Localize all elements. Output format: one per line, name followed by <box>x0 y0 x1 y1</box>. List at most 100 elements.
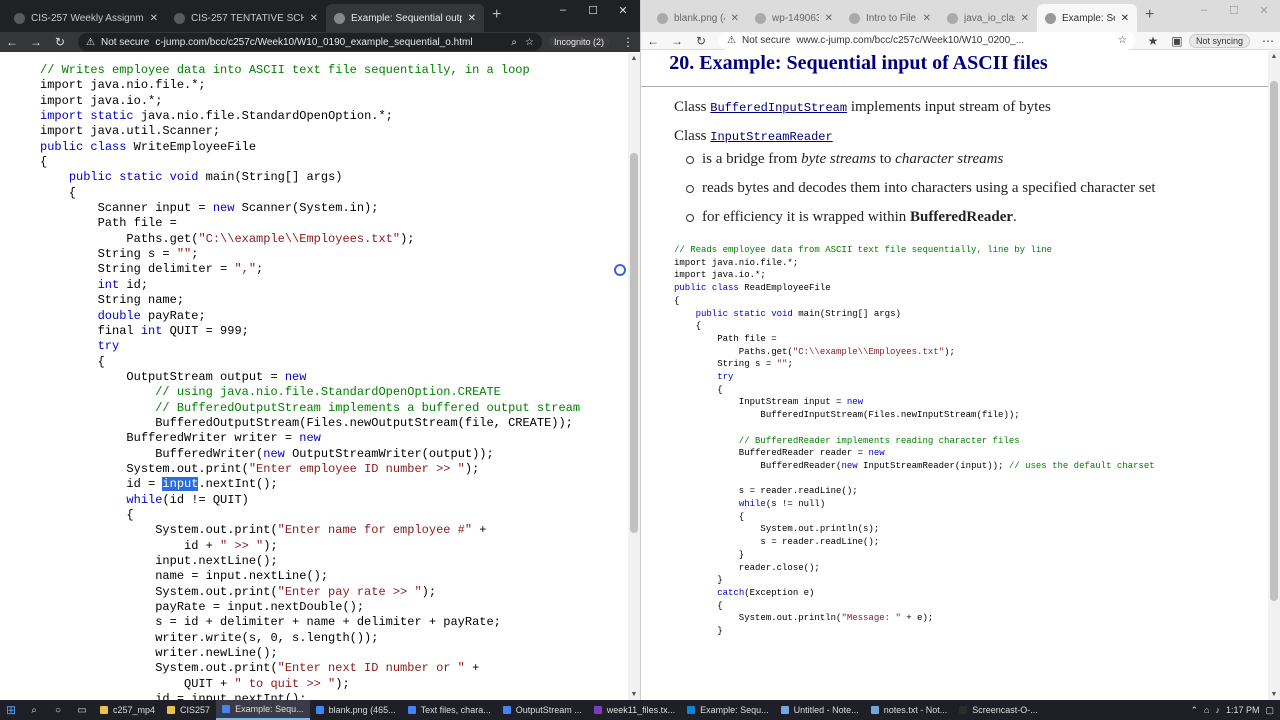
menu-icon[interactable]: ⋯ <box>1256 34 1280 48</box>
taskbar-item[interactable]: c257_mp4 <box>94 700 161 720</box>
right-browser-window: blank.png (465 ✕ wp-14906384 ✕ Intro to … <box>640 0 1280 700</box>
menu-icon[interactable]: ⋮ <box>616 35 640 49</box>
close-tab-icon[interactable]: ✕ <box>1021 13 1029 24</box>
task-view-icon[interactable]: ▭ <box>70 705 94 716</box>
tab-weekly-assignments[interactable]: CIS-257 Weekly Assignments ✕ <box>6 4 166 32</box>
clock[interactable]: 1:17 PM <box>1226 705 1260 715</box>
link-input-stream-reader[interactable]: InputStreamReader <box>710 130 832 144</box>
zoom-icon[interactable]: ⌕ <box>511 37 517 48</box>
code-token: id + <box>40 538 221 553</box>
maximize-button[interactable]: ☐ <box>1219 4 1249 17</box>
taskbar-item[interactable]: notes.txt - Not... <box>865 700 954 720</box>
tab-java-io-classes[interactable]: java_io_classes ✕ <box>939 4 1037 32</box>
security-warning-icon[interactable]: ⚠ <box>86 37 95 48</box>
close-tab-icon[interactable]: ✕ <box>731 13 739 24</box>
close-tab-icon[interactable]: ✕ <box>310 13 318 24</box>
scrollbar-thumb[interactable] <box>1270 81 1278 601</box>
code-line: System.out.println(s); <box>674 523 1268 536</box>
tab-intro-file-io[interactable]: Intro to File I/O ✕ <box>841 4 939 32</box>
code-token: "" <box>776 359 788 370</box>
code-token: System.out.println(s); <box>674 524 880 535</box>
taskbar-item[interactable]: Example: Sequ... <box>216 700 310 720</box>
tab-sequential-input[interactable]: Example: Sequ ✕ <box>1037 4 1137 32</box>
maximize-button[interactable]: ☐ <box>578 4 608 17</box>
close-tab-icon[interactable]: ✕ <box>150 13 158 24</box>
scroll-up-icon[interactable]: ▲ <box>628 55 640 62</box>
close-window-button[interactable]: ✕ <box>608 4 638 17</box>
bookmark-star-icon[interactable]: ☆ <box>1118 35 1127 46</box>
code-token: "Enter employee ID number >> " <box>248 461 465 476</box>
paragraph-input-stream-reader: Class InputStreamReader <box>674 128 1268 145</box>
code-token: while <box>126 492 163 507</box>
forward-icon[interactable]: → <box>24 35 48 49</box>
tab-tentative-schedule[interactable]: CIS-257 TENTATIVE SCHEDULE ✕ <box>166 4 326 32</box>
tab-sequential-output[interactable]: Example: Sequential output of A ✕ <box>326 4 484 32</box>
profile-badge[interactable]: Incognito (2) <box>547 36 610 48</box>
address-bar[interactable]: ⚠ Not secure c-jump.com/bcc/c257c/Week10… <box>78 33 542 51</box>
url-text[interactable]: www.c-jump.com/bcc/c257c/Week10/W10_0200… <box>796 35 1110 46</box>
favorites-icon[interactable]: ★ <box>1141 34 1165 48</box>
scroll-down-icon[interactable]: ▼ <box>1268 691 1280 698</box>
code-token: static <box>733 308 772 319</box>
close-window-button[interactable]: ✕ <box>1249 4 1279 17</box>
new-tab-button[interactable]: + <box>1145 6 1154 24</box>
close-tab-icon[interactable]: ✕ <box>1121 13 1129 24</box>
taskbar-item[interactable]: CIS257 <box>161 700 216 720</box>
taskbar-item[interactable]: Untitled - Note... <box>775 700 865 720</box>
notification-icon[interactable]: ▢ <box>1265 705 1274 716</box>
network-icon[interactable]: ⌂ <box>1204 705 1209 715</box>
code-token: int <box>97 277 127 292</box>
new-tab-button[interactable]: + <box>492 6 501 24</box>
minimize-button[interactable]: – <box>1189 4 1219 16</box>
scrollbar-thumb[interactable] <box>630 153 638 533</box>
minimize-button[interactable]: – <box>548 4 578 16</box>
taskbar-item[interactable]: Example: Sequ... <box>681 700 775 720</box>
taskbar-item[interactable]: Screencast-O-... <box>953 700 1044 720</box>
taskbar-item[interactable]: Text files, chara... <box>402 700 497 720</box>
tab-wp-image[interactable]: wp-14906384 ✕ <box>747 4 841 32</box>
close-tab-icon[interactable]: ✕ <box>825 13 833 24</box>
address-bar[interactable]: ⚠ Not secure www.c-jump.com/bcc/c257c/We… <box>719 31 1135 50</box>
scroll-down-icon[interactable]: ▼ <box>628 691 640 698</box>
code-token: static <box>90 109 141 124</box>
close-tab-icon[interactable]: ✕ <box>468 13 476 24</box>
back-icon[interactable]: ← <box>641 34 665 48</box>
tab-label: Example: Sequential output of A <box>351 12 462 24</box>
profile-badge[interactable]: Not syncing <box>1188 33 1250 48</box>
url-text[interactable]: c-jump.com/bcc/c257c/Week10/W10_0190_exa… <box>155 37 503 48</box>
vertical-scrollbar[interactable]: ▲ ▼ <box>1268 51 1280 700</box>
collections-icon[interactable]: ▣ <box>1165 34 1189 48</box>
taskbar-item-label: Screencast-O-... <box>972 705 1038 715</box>
reload-icon[interactable]: ↻ <box>48 35 72 49</box>
link-buffered-input-stream[interactable]: BufferedInputStream <box>710 101 847 115</box>
search-icon[interactable]: ⌕ <box>22 705 46 716</box>
taskbar-item[interactable]: OutputStream ... <box>497 700 588 720</box>
code-token: double <box>97 308 149 323</box>
taskbar-item[interactable]: blank.png (465... <box>310 700 402 720</box>
scroll-up-icon[interactable]: ▲ <box>1268 53 1280 60</box>
forward-icon[interactable]: → <box>665 34 689 48</box>
code-token: // using java.nio.file.StandardOpenOptio… <box>40 385 501 400</box>
volume-icon[interactable]: ♪ <box>1215 705 1220 715</box>
code-token: "C:\\example\\Employees.txt" <box>792 346 945 357</box>
vertical-scrollbar[interactable]: ▲ ▼ <box>628 53 640 700</box>
bookmark-star-icon[interactable]: ☆ <box>525 37 534 48</box>
close-tab-icon[interactable]: ✕ <box>923 13 931 24</box>
browser-toolbar: ← → ↻ ⚠ Not secure c-jump.com/bcc/c257c/… <box>0 32 640 52</box>
security-warning-icon[interactable]: ⚠ <box>727 35 736 46</box>
code-line: Path file = <box>40 216 628 231</box>
app-icon <box>687 706 696 714</box>
windows-start-icon[interactable]: ⊞ <box>0 703 22 717</box>
cortana-icon[interactable]: ○ <box>46 705 70 716</box>
taskbar-item-label: OutputStream ... <box>515 705 582 715</box>
text: Class <box>674 128 711 144</box>
code-line: import java.io.*; <box>40 94 628 109</box>
taskbar-item[interactable]: week11_files.tx... <box>588 700 681 720</box>
back-icon[interactable]: ← <box>0 35 24 49</box>
tab-blank-png[interactable]: blank.png (465 ✕ <box>649 4 747 32</box>
code-token: ); <box>400 231 415 246</box>
reload-icon[interactable]: ↻ <box>689 34 713 48</box>
chevron-up-icon[interactable]: ⌃ <box>1190 705 1198 716</box>
